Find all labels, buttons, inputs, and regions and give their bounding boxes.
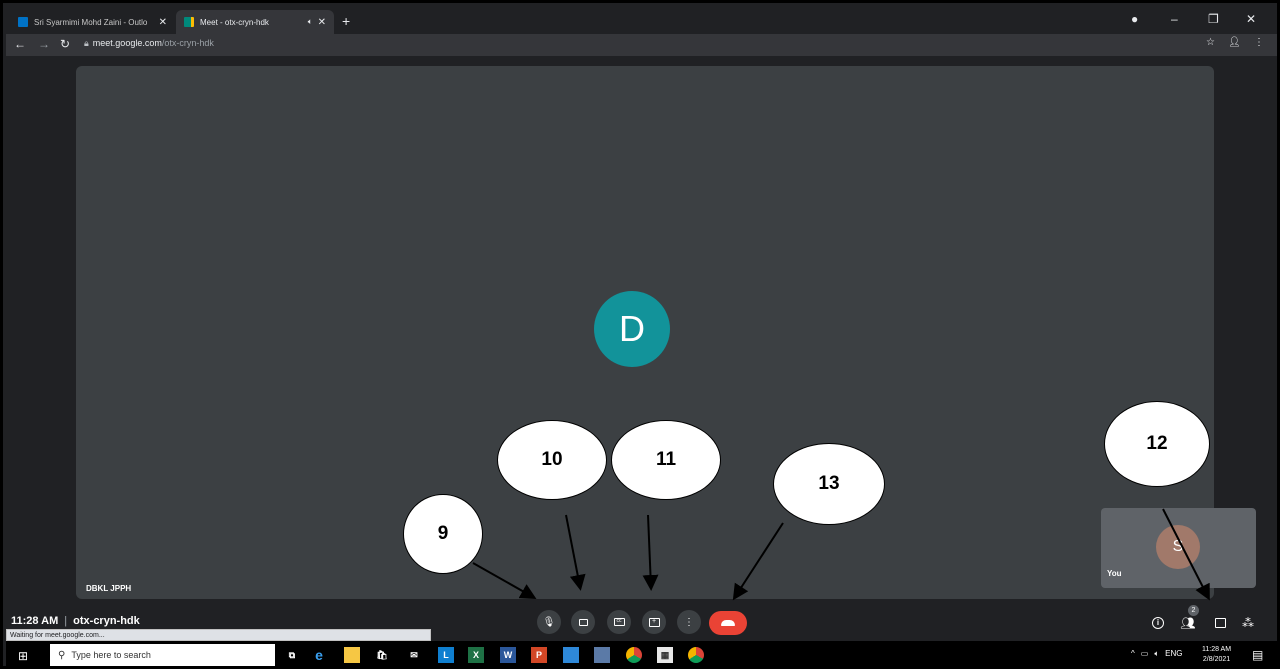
close-window-icon[interactable]: ✕ [1246, 12, 1256, 26]
clock-date: 2/8/2021 [1202, 656, 1231, 663]
forward-icon[interactable]: → [38, 37, 50, 51]
screenshot-frame: Sri Syarmimi Mohd Zaini - Outlo ✕ Meet -… [0, 0, 1280, 669]
taskbar-clock[interactable]: 11:28 AM 2/8/2021 [1202, 645, 1231, 665]
meeting-details-button[interactable]: i [1148, 613, 1168, 633]
leave-call-button[interactable] [709, 611, 747, 635]
excel-icon[interactable]: X [468, 647, 484, 663]
lock-icon: 🔒︎ [84, 38, 89, 48]
search-icon: ⚲ [58, 649, 66, 661]
tab-title: Sri Syarmimi Mohd Zaini - Outlo [34, 17, 148, 27]
account-icon[interactable]: 👤︎ [1228, 37, 1241, 48]
url-host: meet.google.com [92, 38, 162, 48]
tab-meet[interactable]: Meet - otx-cryn-hdk 🔈︎ ✕ [176, 10, 334, 34]
lync-icon[interactable]: L [438, 647, 454, 663]
callout-12: 12 [1104, 401, 1210, 487]
people-count-badge: 2 [1188, 605, 1199, 616]
callout-11: 11 [611, 420, 721, 500]
file-explorer-icon[interactable] [344, 647, 360, 663]
outlook-taskbar-icon[interactable] [563, 647, 579, 663]
meet-icon [184, 17, 194, 27]
bookmark-star-icon[interactable]: ☆ [1206, 37, 1215, 48]
chat-button[interactable] [1210, 613, 1230, 633]
task-view-icon[interactable]: ⧉ [284, 647, 300, 663]
present-icon: + [648, 617, 660, 627]
microphone-icon: 🎙︎ [542, 616, 556, 628]
clock-time: 11:28 AM [1202, 646, 1232, 653]
activities-button[interactable]: ⁂ [1238, 613, 1258, 633]
participant-tile-main: D DBKL JPPH [76, 66, 1214, 599]
captions-icon: cc [613, 618, 625, 626]
meeting-details: 11:28 AM | otx-cryn-hdk [11, 615, 140, 627]
mail-icon[interactable]: ✉︎ [406, 647, 422, 663]
captions-button[interactable]: cc [607, 610, 631, 634]
language-indicator[interactable]: ENG [1165, 649, 1182, 659]
self-view-tile[interactable]: S You [1101, 508, 1256, 588]
restore-icon[interactable]: ❐ [1208, 12, 1219, 26]
people-icon: 👥︎ [1180, 616, 1196, 630]
url-field[interactable]: 🔒︎ meet.google.com/otx-cryn-hdk [84, 38, 214, 49]
more-vert-icon: ⋮ [684, 616, 694, 628]
reload-icon[interactable]: ↻ [60, 37, 70, 51]
word-icon[interactable]: W [500, 647, 516, 663]
info-icon: i [1152, 617, 1164, 629]
present-screen-button[interactable]: + [642, 610, 666, 634]
meeting-code: otx-cryn-hdk [73, 615, 140, 627]
tab-outlook[interactable]: Sri Syarmimi Mohd Zaini - Outlo ✕ [10, 10, 175, 34]
chrome-icon[interactable] [626, 647, 642, 663]
microphone-button[interactable]: 🎙︎ [537, 610, 561, 634]
people-button[interactable]: 👥︎ [1178, 613, 1198, 633]
participant-name: DBKL JPPH [86, 584, 132, 593]
close-icon[interactable]: ✕ [159, 17, 167, 28]
more-options-button[interactable]: ⋮ [677, 610, 701, 634]
close-icon[interactable]: ✕ [318, 17, 326, 28]
meeting-time: 11:28 AM [11, 615, 59, 627]
new-tab-button[interactable]: + [342, 13, 350, 29]
powerpoint-icon[interactable]: P [531, 647, 547, 663]
tab-title: Meet - otx-cryn-hdk [200, 17, 269, 27]
notification-center-icon[interactable]: ▤ [1252, 648, 1263, 662]
self-avatar: S [1156, 525, 1200, 569]
minimize-icon[interactable]: – [1171, 12, 1178, 26]
outlook-icon [18, 17, 28, 27]
profile-icon[interactable]: ● [1131, 12, 1138, 26]
meet-window: D DBKL JPPH S You 11:28 AM | otx-cryn-hdk … [6, 56, 1277, 635]
chevron-up-icon[interactable]: ^ [1131, 649, 1135, 659]
speaker-icon[interactable]: 🔈︎ [308, 17, 313, 27]
url-path: /otx-cryn-hdk [161, 38, 214, 48]
participant-avatar: D [594, 291, 670, 367]
chrome-active-icon[interactable] [688, 647, 704, 663]
media-player-icon[interactable] [594, 647, 610, 663]
activities-icon: ⁂ [1242, 616, 1254, 630]
divider: | [64, 615, 68, 627]
search-placeholder: Type here to search [71, 650, 151, 660]
store-icon[interactable]: 🛍︎ [374, 647, 390, 663]
edge-icon[interactable]: e [311, 647, 327, 663]
callout-13: 13 [773, 443, 885, 525]
browser-status-bar: Waiting for meet.google.com... [6, 629, 431, 641]
menu-kebab-icon[interactable]: ⋮ [1254, 37, 1264, 48]
self-label: You [1107, 569, 1122, 578]
callout-10: 10 [497, 420, 607, 500]
camera-button[interactable] [571, 610, 595, 634]
browser-tab-strip: Sri Syarmimi Mohd Zaini - Outlo ✕ Meet -… [6, 6, 1277, 34]
phone-hangup-icon [721, 620, 735, 626]
network-icon[interactable]: ▭ [1141, 649, 1149, 659]
address-bar-row: ← → ↻ 🔒︎ meet.google.com/otx-cryn-hdk ☆ 👤… [6, 34, 1277, 56]
calculator-icon[interactable]: ▦ [657, 647, 673, 663]
taskbar-search-box[interactable]: ⚲ Type here to search [50, 644, 275, 666]
system-tray: ^ ▭ 🔈︎ ENG [1131, 649, 1182, 659]
volume-icon[interactable]: 🔈︎ [1154, 649, 1159, 659]
callout-9: 9 [403, 494, 483, 574]
windows-start-icon[interactable]: ⊞ [18, 649, 28, 663]
back-icon[interactable]: ← [14, 37, 26, 51]
chat-icon [1214, 618, 1226, 628]
windows-taskbar: ⊞ ⚲ Type here to search ⧉ e 🛍︎ ✉︎ L X W … [6, 641, 1277, 666]
camera-icon [578, 618, 588, 626]
